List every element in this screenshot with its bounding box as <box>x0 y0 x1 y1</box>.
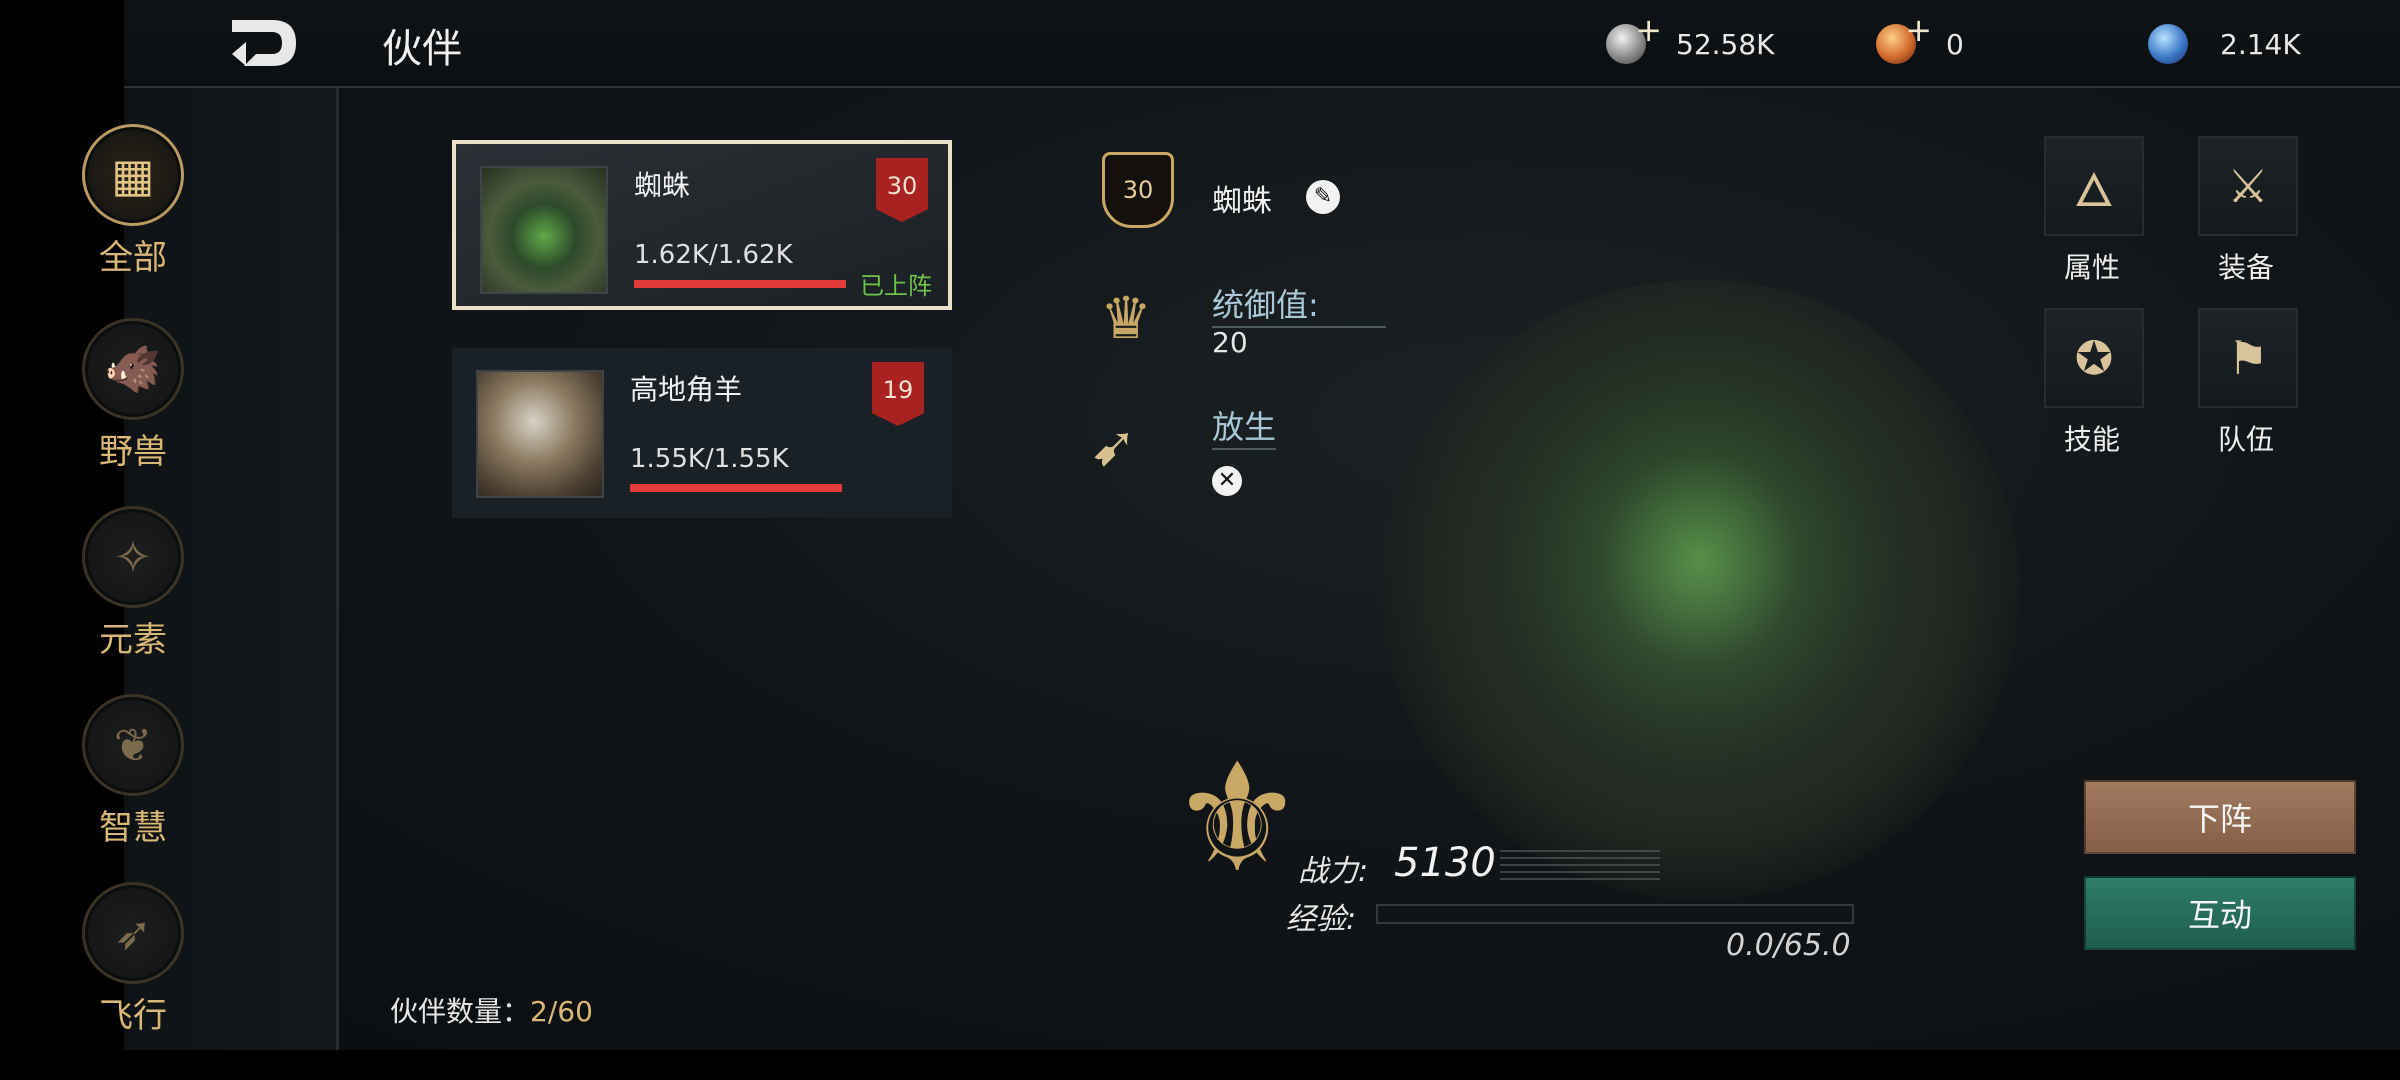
resource-value: 52.58K <box>1676 27 1775 61</box>
resource-gem[interactable]: 2.14K <box>2148 18 2301 70</box>
tab-label: 属性 <box>2063 251 2120 284</box>
interact-button[interactable]: 互动 <box>2084 876 2356 950</box>
leadership-value: 20 <box>1212 326 1248 359</box>
undeploy-button[interactable]: 下阵 <box>2084 780 2356 854</box>
companion-card-goat[interactable]: 高地角羊 1.55K/1.55K 19 <box>452 348 952 518</box>
detail-name: 蜘蛛 <box>1212 184 1272 219</box>
leadership-label: 统御值: <box>1212 280 1386 328</box>
category-label: 全部 <box>99 238 167 278</box>
tab-label: 技能 <box>2063 423 2120 456</box>
skill-icon: ✪ <box>2044 308 2144 408</box>
category-label: 智慧 <box>99 808 167 848</box>
hp-bar <box>630 484 842 492</box>
category-label: 野兽 <box>99 432 167 472</box>
companion-hp: 1.62K/1.62K <box>634 240 793 270</box>
level-crest: 30 <box>1092 148 1184 232</box>
category-wisdom[interactable]: ❦ 智慧 <box>72 694 194 849</box>
category-flying[interactable]: ➶ 飞行 <box>72 882 194 1037</box>
rename-pencil-icon[interactable]: ✎ <box>1306 180 1340 214</box>
tab-team[interactable]: ⚑ 队伍 <box>2198 308 2298 458</box>
top-bar <box>124 0 2400 88</box>
spider-portrait <box>480 166 608 294</box>
exp-bar <box>1376 904 1854 924</box>
resource-silver[interactable]: + 52.58K <box>1606 14 1775 70</box>
exp-value: 0.0/65.0 <box>1726 928 1851 963</box>
companion-name: 蜘蛛 <box>634 169 691 202</box>
close-icon[interactable]: ✕ <box>1212 466 1242 496</box>
companion-count: 伙伴数量：2/60 <box>390 990 593 1030</box>
page-title: 伙伴 <box>382 26 462 72</box>
level-value: 30 <box>1102 152 1174 228</box>
companion-card-spider[interactable]: 蜘蛛 1.62K/1.62K 30 已上阵 <box>452 140 952 310</box>
spider-creature-art <box>1380 280 2020 900</box>
tab-label: 队伍 <box>2217 423 2274 456</box>
companion-count-value: 2/60 <box>530 995 593 1028</box>
wing-icon: ➶ <box>113 906 153 960</box>
category-label: 元素 <box>99 620 167 660</box>
power-label: 战力: <box>1298 854 1369 889</box>
power-value: 5130 <box>1394 840 1496 886</box>
exp-label: 经验: <box>1286 902 1357 937</box>
copper-medal-icon: + <box>1876 14 1932 64</box>
companion-name: 高地角羊 <box>630 373 743 406</box>
flag-icon: ⚑ <box>2198 308 2298 408</box>
plus-icon[interactable]: + <box>1905 14 1932 46</box>
category-element[interactable]: ✧ 元素 <box>72 506 194 661</box>
companion-hp: 1.55K/1.55K <box>630 444 789 474</box>
fairy-icon: ✧ <box>113 530 153 584</box>
resource-copper[interactable]: + 0 <box>1876 14 1964 70</box>
grid-icon: ▦ <box>111 148 155 202</box>
silver-coin-icon: + <box>1606 14 1662 64</box>
plus-icon[interactable]: + <box>1635 14 1662 46</box>
tab-label: 装备 <box>2217 251 2274 284</box>
companion-count-label: 伙伴数量： <box>390 995 531 1028</box>
tab-attributes[interactable]: 🜂 属性 <box>2044 136 2144 286</box>
category-label: 飞行 <box>99 996 167 1036</box>
resource-value: 0 <box>1946 27 1964 61</box>
beast-head-icon: 🐗 <box>104 341 162 396</box>
running-beast-icon: ➹ <box>1090 414 1137 479</box>
goat-portrait <box>476 370 604 498</box>
tab-skills[interactable]: ✪ 技能 <box>2044 308 2144 458</box>
resource-value: 2.14K <box>2220 27 2301 61</box>
level-banner: 19 <box>872 362 924 426</box>
crossed-swords-icon: ⚔ <box>2198 136 2298 236</box>
blue-gem-icon <box>2148 24 2188 64</box>
release-button[interactable]: 放生 <box>1212 402 1277 450</box>
deployed-status: 已上阵 <box>860 272 932 300</box>
level-banner: 30 <box>876 158 928 222</box>
category-all[interactable]: ▦ 全部 <box>72 124 194 279</box>
flame-icon: 🜂 <box>2044 136 2144 236</box>
leadership-crest-icon: ♛ <box>1100 284 1152 352</box>
owl-icon: ❦ <box>113 718 153 772</box>
category-beast[interactable]: 🐗 野兽 <box>72 318 194 473</box>
hp-bar <box>634 280 846 288</box>
sword-laurel-emblem-icon: ⚜ <box>1170 732 1305 906</box>
back-arrow-icon[interactable] <box>226 14 302 72</box>
power-decoration <box>1500 850 1660 880</box>
tab-equipment[interactable]: ⚔ 装备 <box>2198 136 2298 286</box>
